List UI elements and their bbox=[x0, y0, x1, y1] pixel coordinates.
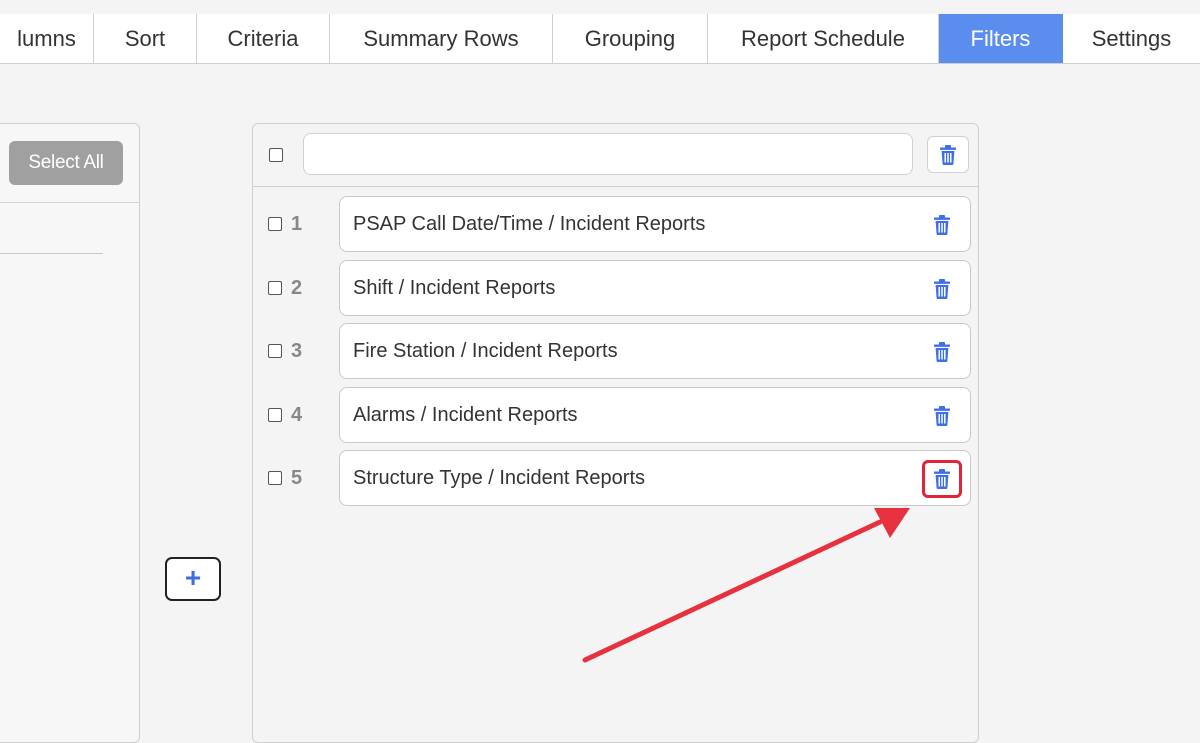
filter-row-number: 2 bbox=[291, 277, 303, 299]
filter-search-input[interactable] bbox=[303, 133, 913, 175]
tab-sort-label: Sort bbox=[124, 26, 166, 51]
available-fields-header: Select All bbox=[0, 124, 139, 203]
filter-row-checkbox[interactable] bbox=[268, 471, 282, 485]
tab-sort[interactable]: Sort bbox=[94, 14, 197, 63]
filter-row-number: 1 bbox=[291, 213, 303, 235]
filter-field[interactable]: Alarms / Incident Reports bbox=[339, 387, 971, 443]
filter-row-number: 3 bbox=[291, 340, 303, 362]
filter-row-checkbox[interactable] bbox=[268, 217, 282, 231]
tab-summary-rows[interactable]: Summary Rows bbox=[330, 14, 553, 63]
tab-bar-area: lumns Sort Criteria Summary Rows Groupin… bbox=[0, 0, 1200, 88]
tab-columns-label: lumns bbox=[17, 26, 76, 51]
selected-filters-panel: 1 PSAP Call Date/Time / Incident Reports… bbox=[252, 123, 979, 743]
filter-field-label: Alarms / Incident Reports bbox=[353, 404, 578, 426]
filter-field[interactable]: Structure Type / Incident Reports bbox=[339, 450, 971, 506]
filters-header bbox=[253, 124, 978, 187]
trash-icon bbox=[934, 469, 950, 489]
filter-row: 1 PSAP Call Date/Time / Incident Reports bbox=[253, 196, 978, 252]
filter-field-label: Fire Station / Incident Reports bbox=[353, 340, 618, 362]
select-all-filters-checkbox[interactable] bbox=[269, 148, 283, 162]
tab-report-schedule-label: Report Schedule bbox=[741, 26, 905, 51]
tab-criteria[interactable]: Criteria bbox=[197, 14, 330, 63]
filter-row-checkbox[interactable] bbox=[268, 344, 282, 358]
delete-filter-button[interactable] bbox=[926, 273, 958, 305]
trash-icon bbox=[934, 406, 950, 426]
select-all-button[interactable]: Select All bbox=[9, 141, 123, 185]
tab-report-schedule[interactable]: Report Schedule bbox=[708, 14, 939, 63]
field-divider bbox=[0, 253, 103, 254]
filter-row-checkbox[interactable] bbox=[268, 281, 282, 295]
filter-row-checkbox[interactable] bbox=[268, 408, 282, 422]
filter-row: 4 Alarms / Incident Reports bbox=[253, 387, 978, 443]
filter-field-label: PSAP Call Date/Time / Incident Reports bbox=[353, 213, 706, 235]
tab-grouping[interactable]: Grouping bbox=[553, 14, 708, 63]
tab-grouping-label: Grouping bbox=[584, 26, 676, 51]
delete-filter-button[interactable] bbox=[926, 400, 958, 432]
tab-summary-rows-label: Summary Rows bbox=[363, 26, 519, 51]
tab-criteria-label: Criteria bbox=[227, 26, 299, 51]
available-fields-panel: Select All bbox=[0, 123, 140, 743]
tab-columns[interactable]: lumns bbox=[0, 14, 94, 63]
filter-row-number: 4 bbox=[291, 404, 303, 426]
trash-icon bbox=[940, 144, 956, 165]
filter-field[interactable]: Fire Station / Incident Reports bbox=[339, 323, 971, 379]
filter-row: 5 Structure Type / Incident Reports bbox=[253, 450, 978, 506]
report-tabs: lumns Sort Criteria Summary Rows Groupin… bbox=[0, 14, 1200, 64]
delete-filter-button[interactable] bbox=[926, 336, 958, 368]
filter-row-number: 5 bbox=[291, 467, 303, 489]
trash-icon bbox=[934, 342, 950, 362]
filter-field-label: Shift / Incident Reports bbox=[353, 277, 556, 299]
tab-settings-label: Settings bbox=[1091, 26, 1172, 51]
trash-icon bbox=[934, 215, 950, 235]
tab-filters[interactable]: Filters bbox=[939, 14, 1063, 63]
tab-settings[interactable]: Settings bbox=[1063, 14, 1200, 63]
trash-icon bbox=[934, 279, 950, 299]
filter-field[interactable]: PSAP Call Date/Time / Incident Reports bbox=[339, 196, 971, 252]
delete-selected-button[interactable] bbox=[927, 136, 969, 173]
plus-icon: + bbox=[184, 562, 202, 593]
filter-row: 3 Fire Station / Incident Reports bbox=[253, 323, 978, 379]
filter-field[interactable]: Shift / Incident Reports bbox=[339, 260, 971, 316]
delete-filter-button[interactable] bbox=[926, 209, 958, 241]
filter-field-label: Structure Type / Incident Reports bbox=[353, 467, 646, 489]
filter-row: 2 Shift / Incident Reports bbox=[253, 260, 978, 316]
tab-filters-label: Filters bbox=[970, 26, 1031, 51]
delete-filter-button-highlighted[interactable] bbox=[922, 460, 962, 498]
add-filter-button[interactable]: + bbox=[165, 557, 221, 601]
